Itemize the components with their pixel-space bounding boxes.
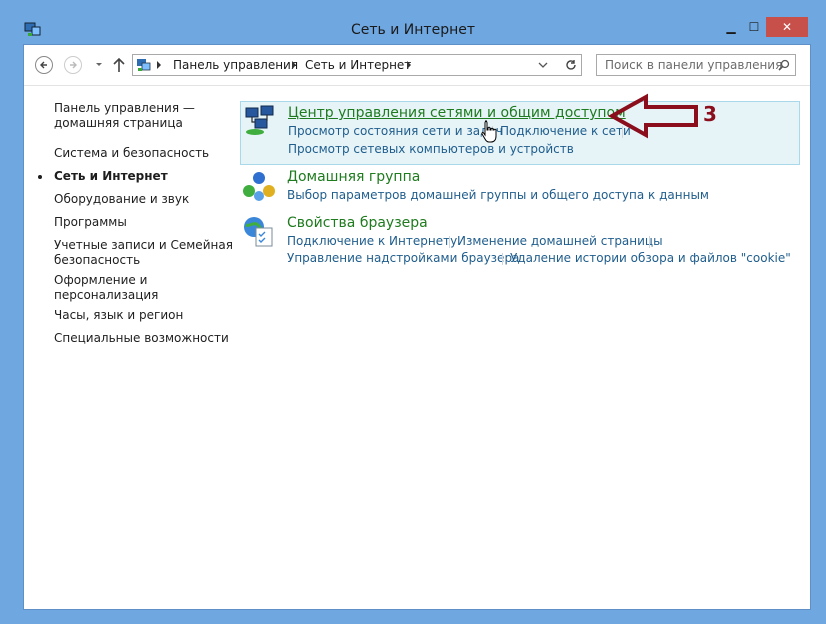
refresh-button[interactable] bbox=[560, 54, 582, 76]
link-connect-to-internet[interactable]: Подключение к Интернету bbox=[287, 234, 457, 248]
control-panel-icon bbox=[137, 59, 151, 71]
recent-pages-chevron-icon[interactable] bbox=[94, 58, 104, 70]
link-separator bbox=[449, 236, 450, 248]
sidebar-item-accessibility[interactable]: Специальные возможности bbox=[54, 331, 229, 346]
window: Сеть и Интернет ▁ ☐ ✕ Панель управления … bbox=[0, 0, 826, 624]
navigation-bar: Панель управления Сеть и Интернет Поиск … bbox=[24, 45, 810, 86]
close-button[interactable]: ✕ bbox=[766, 17, 808, 37]
sidebar-item-system-security[interactable]: Система и безопасность bbox=[54, 146, 209, 161]
sidebar-item-label: Сеть и Интернет bbox=[54, 169, 168, 183]
sidebar-item-label: домашняя страница bbox=[54, 116, 183, 130]
category-title-network-center[interactable]: Центр управления сетями и общим доступом bbox=[288, 105, 626, 121]
homegroup-icon bbox=[243, 172, 275, 201]
breadcrumb-separator-icon[interactable] bbox=[406, 61, 412, 69]
link-separator bbox=[649, 236, 650, 248]
maximize-icon: ☐ bbox=[748, 20, 760, 34]
breadcrumb-network-internet[interactable]: Сеть и Интернет bbox=[305, 58, 411, 72]
link-delete-browsing-history[interactable]: Удаление истории обзора и файлов "cookie… bbox=[510, 251, 791, 265]
annotation-arrow-icon bbox=[608, 93, 698, 139]
current-item-bullet bbox=[38, 175, 42, 179]
maximize-button[interactable]: ☐ bbox=[742, 17, 766, 37]
network-center-icon bbox=[245, 105, 274, 135]
link-homegroup-settings[interactable]: Выбор параметров домашней группы и общег… bbox=[287, 188, 709, 202]
sidebar-item-user-accounts[interactable]: Учетные записи и Семейная безопасность bbox=[54, 238, 233, 268]
sidebar-item-network-internet[interactable]: Сеть и Интернет bbox=[38, 169, 168, 184]
sidebar-item-control-panel-home[interactable]: Панель управления — домашняя страница bbox=[54, 101, 195, 131]
sidebar-item-label: персонализация bbox=[54, 288, 159, 302]
link-change-home-page[interactable]: Изменение домашней страницы bbox=[457, 234, 663, 248]
forward-button[interactable] bbox=[64, 56, 82, 74]
sidebar-item-label: Учетные записи и Семейная bbox=[54, 238, 233, 252]
category-title-homegroup[interactable]: Домашняя группа bbox=[287, 169, 420, 185]
window-title: Сеть и Интернет bbox=[351, 22, 475, 38]
search-placeholder: Поиск в панели управления bbox=[605, 58, 783, 72]
sidebar-item-clock-region[interactable]: Часы, язык и регион bbox=[54, 308, 183, 323]
refresh-icon bbox=[565, 60, 576, 70]
title-bar[interactable]: Сеть и Интернет ▁ ☐ ✕ bbox=[0, 0, 826, 40]
sidebar-item-programs[interactable]: Программы bbox=[54, 215, 127, 230]
link-view-network-status[interactable]: Просмотр состояния сети и задач bbox=[288, 124, 503, 138]
annotation-number: 3 bbox=[703, 102, 717, 126]
sidebar-item-label: Оформление и bbox=[54, 273, 148, 287]
sidebar-item-label: безопасность bbox=[54, 253, 141, 267]
browser-properties-icon bbox=[244, 217, 273, 247]
link-separator bbox=[502, 253, 503, 265]
up-arrow-icon[interactable] bbox=[112, 56, 126, 74]
sidebar-item-label: Панель управления — bbox=[54, 101, 195, 115]
address-bar[interactable]: Панель управления Сеть и Интернет bbox=[132, 54, 582, 76]
sidebar-item-hardware-sound[interactable]: Оборудование и звук bbox=[54, 192, 189, 207]
search-input[interactable]: Поиск в панели управления bbox=[596, 54, 796, 76]
link-view-network-computers[interactable]: Просмотр сетевых компьютеров и устройств bbox=[288, 142, 574, 156]
back-arrow-icon bbox=[40, 61, 47, 69]
link-manage-addons[interactable]: Управление надстройками браузера bbox=[287, 251, 519, 265]
category-homegroup[interactable]: Домашняя группа Выбор параметров домашне… bbox=[240, 167, 800, 207]
minimize-icon: ▁ bbox=[726, 20, 736, 34]
breadcrumb-separator-icon[interactable] bbox=[291, 61, 297, 69]
sidebar-item-appearance[interactable]: Оформление и персонализация bbox=[54, 273, 158, 303]
minimize-button[interactable]: ▁ bbox=[718, 17, 744, 37]
search-icon[interactable] bbox=[778, 59, 790, 71]
close-icon: ✕ bbox=[781, 20, 793, 34]
category-browser-properties[interactable]: Свойства браузера Подключение к Интернет… bbox=[240, 213, 800, 269]
breadcrumb-separator-icon[interactable] bbox=[156, 61, 162, 69]
breadcrumb-control-panel[interactable]: Панель управления bbox=[173, 58, 298, 72]
category-title-browser-properties[interactable]: Свойства браузера bbox=[287, 215, 428, 231]
back-button[interactable] bbox=[35, 56, 53, 74]
forward-arrow-icon bbox=[70, 61, 77, 69]
hand-cursor-icon bbox=[481, 120, 497, 143]
address-dropdown-icon[interactable] bbox=[538, 61, 548, 69]
